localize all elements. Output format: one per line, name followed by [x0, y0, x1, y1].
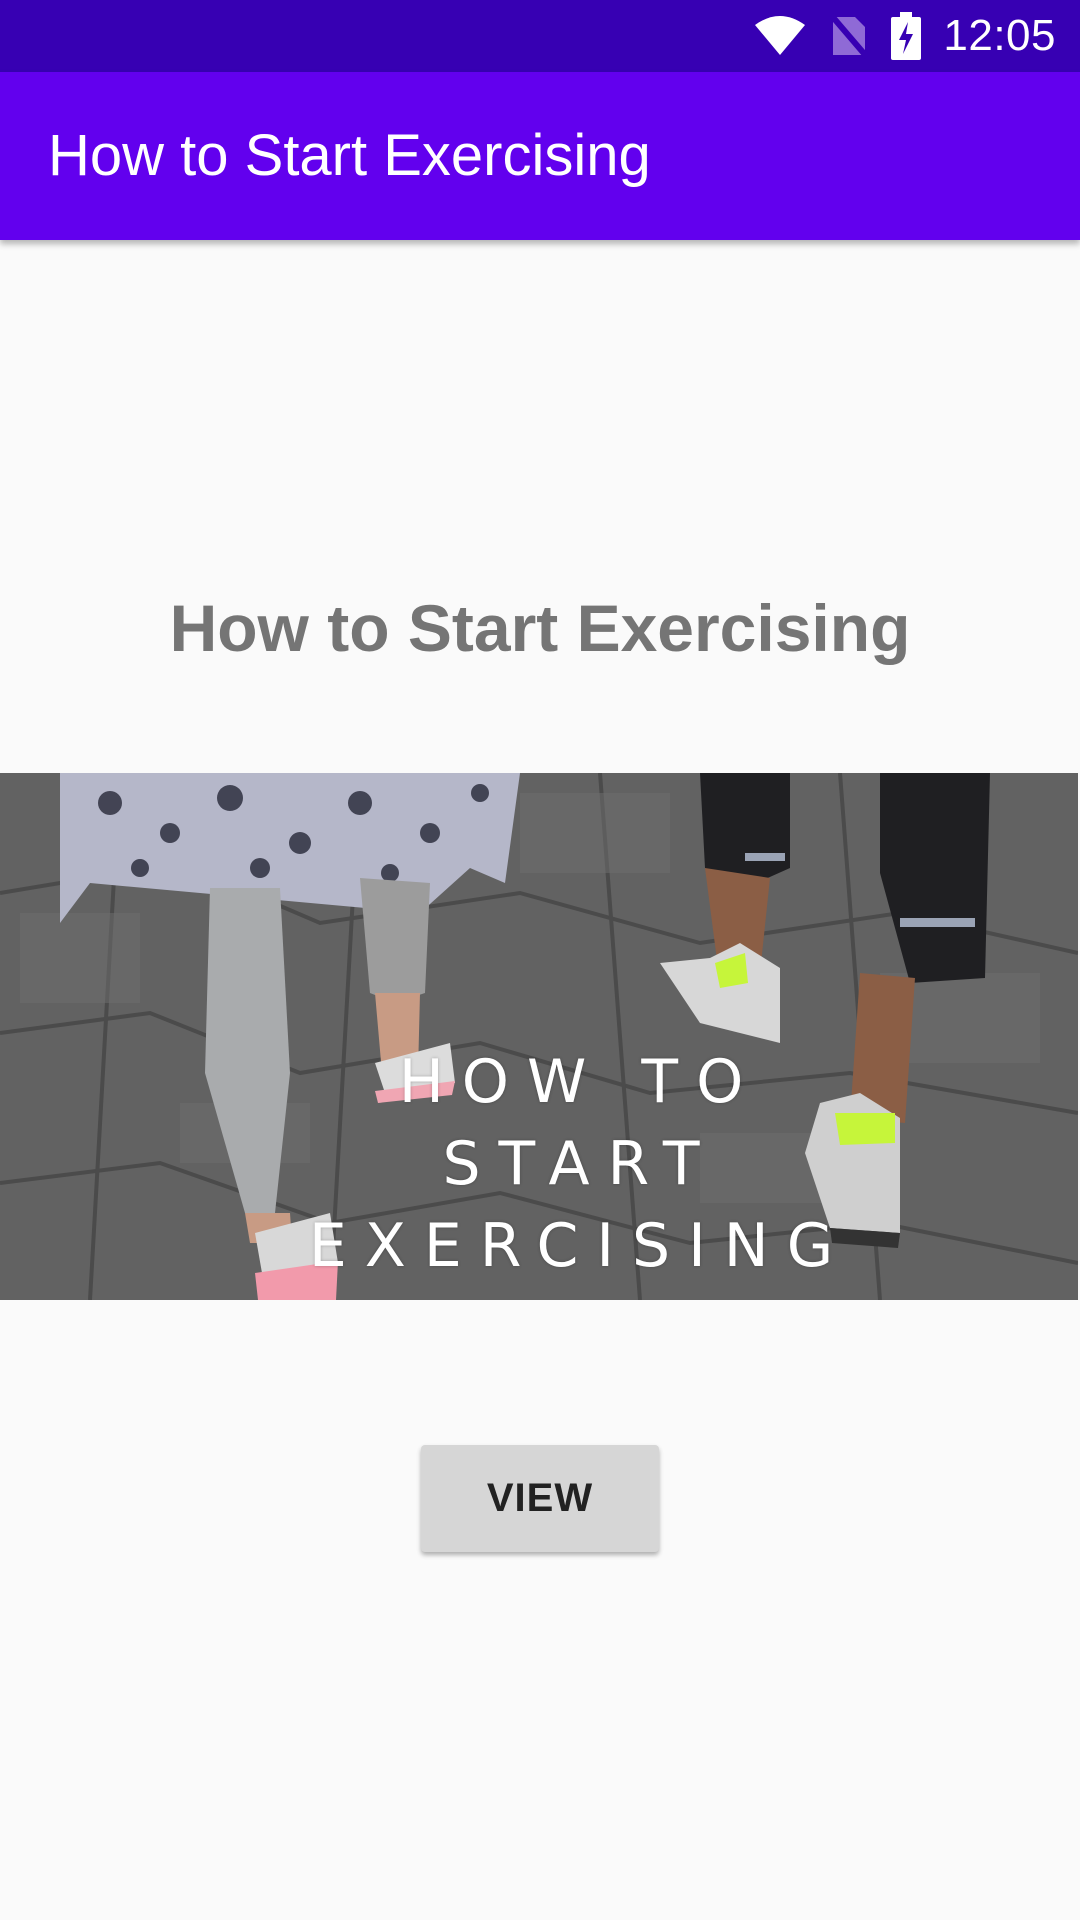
hero-caption-line: HOW TO: [398, 1047, 762, 1117]
battery-charging-icon: [891, 12, 922, 60]
app-bar: How to Start Exercising: [0, 72, 1080, 240]
app-title: How to Start Exercising: [48, 123, 651, 188]
status-time: 12:05: [943, 11, 1056, 60]
status-bar: 12:05: [0, 0, 1080, 72]
no-sim-icon: [829, 13, 870, 59]
status-icons: 12:05: [753, 0, 1056, 72]
hero-caption-line: START: [442, 1129, 718, 1199]
wifi-icon: [753, 15, 807, 57]
hero-caption-line: EXERCISING: [308, 1211, 852, 1281]
page-heading: How to Start Exercising: [169, 591, 911, 665]
hero-image: HOW TO START EXERCISING: [0, 773, 1078, 1300]
view-button[interactable]: VIEW: [421, 1445, 659, 1552]
hero-caption: HOW TO START EXERCISING: [280, 1041, 880, 1287]
